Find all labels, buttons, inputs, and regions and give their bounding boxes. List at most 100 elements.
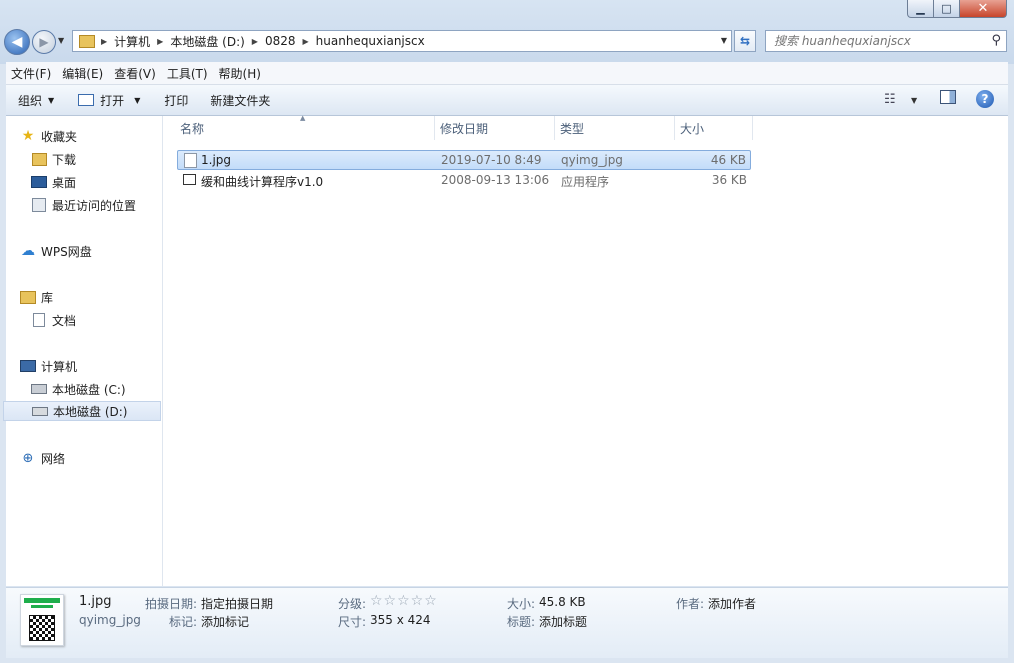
file-row-program[interactable]: 缓和曲线计算程序v1.0 2008-09-13 13:06 应用程序 36 KB	[177, 171, 751, 191]
maximize-button[interactable]: □	[933, 0, 960, 18]
cloud-icon: ☁	[21, 243, 35, 259]
file-modified: 2008-09-13 13:06	[441, 173, 550, 187]
library-icon	[20, 290, 36, 304]
navigation-pane: ★ 收藏夹 下载 桌面 最近访问的位置 ☁ WPS网盘 库 文档 计算机 本地磁…	[3, 116, 163, 586]
dimensions-value: 355 x 424	[370, 613, 431, 627]
history-dropdown[interactable]: ▼	[58, 36, 68, 46]
author-value[interactable]: 添加作者	[708, 595, 756, 612]
breadcrumb-computer[interactable]: 计算机	[109, 33, 155, 50]
column-header-modified[interactable]: 修改日期	[435, 116, 555, 140]
network-icon: ⊕	[22, 450, 34, 466]
chevron-right-icon[interactable]: ▶	[301, 37, 311, 46]
refresh-icon: ⇆	[739, 34, 751, 48]
image-file-icon	[184, 153, 197, 168]
nav-label: WPS网盘	[41, 244, 92, 259]
nav-recent-places[interactable]: 最近访问的位置	[31, 195, 185, 215]
close-button[interactable]: ✕	[959, 0, 1007, 18]
view-dropdown[interactable]: ▼	[911, 96, 917, 105]
nav-wps-drive[interactable]: ☁ WPS网盘	[20, 241, 174, 261]
new-folder-label: 新建文件夹	[210, 93, 271, 108]
detail-filename: 1.jpg	[79, 594, 112, 609]
chevron-right-icon[interactable]: ▶	[250, 37, 260, 46]
rating-label: 分级:	[338, 597, 367, 611]
nav-drive-d[interactable]: 本地磁盘 (D:)	[3, 401, 161, 421]
new-folder-button[interactable]: 新建文件夹	[202, 88, 278, 112]
window-icon	[78, 94, 95, 106]
rating-stars[interactable]: ☆☆☆☆☆	[370, 593, 438, 609]
menu-help[interactable]: 帮助(H)	[214, 65, 266, 82]
nav-favorites[interactable]: ★ 收藏夹	[20, 126, 174, 146]
file-name: 1.jpg	[201, 153, 232, 167]
chevron-right-icon[interactable]: ▶	[155, 37, 165, 46]
thumbnail-banner	[24, 598, 60, 603]
column-label: 类型	[560, 121, 585, 136]
help-icon[interactable]: ?	[976, 90, 994, 108]
chevron-down-icon: ▼	[134, 95, 141, 105]
file-type: qyimg_jpg	[561, 153, 623, 167]
document-icon	[31, 313, 47, 327]
file-thumbnail	[20, 594, 64, 646]
search-input[interactable]	[766, 31, 984, 51]
minimize-button[interactable]: ▁	[907, 0, 934, 18]
chevron-right-icon[interactable]: ▶	[99, 37, 109, 46]
nav-label: 计算机	[41, 359, 78, 374]
breadcrumb-0828[interactable]: 0828	[260, 34, 301, 48]
search-icon[interactable]: ⚲	[991, 33, 1001, 48]
chevron-down-icon: ▼	[48, 95, 55, 105]
dimensions-label: 尺寸:	[338, 615, 367, 629]
breadcrumb-drive-d[interactable]: 本地磁盘 (D:)	[165, 33, 249, 50]
file-row-1jpg[interactable]: 1.jpg 2019-07-10 8:49 qyimg_jpg 46 KB	[177, 150, 751, 170]
nav-desktop[interactable]: 桌面	[31, 172, 185, 192]
file-size: 36 KB	[711, 173, 747, 187]
menu-view[interactable]: 查看(V)	[109, 65, 161, 82]
application-icon	[183, 174, 196, 185]
nav-drive-c[interactable]: 本地磁盘 (C:)	[31, 379, 185, 399]
print-button[interactable]: 打印	[156, 88, 196, 112]
tags-value[interactable]: 添加标记	[201, 613, 249, 630]
address-bar[interactable]: ▶ 计算机 ▶ 本地磁盘 (D:) ▶ 0828 ▶ huanhequxianj…	[72, 30, 732, 52]
computer-icon	[20, 359, 36, 373]
star-icon: ★	[21, 128, 35, 144]
nav-label: 网络	[41, 451, 66, 466]
organize-button[interactable]: 组织 ▼	[6, 88, 62, 112]
nav-documents[interactable]: 文档	[31, 310, 185, 330]
forward-button[interactable]: ▶	[32, 30, 56, 54]
sort-ascending-icon: ▲	[300, 114, 306, 122]
file-name: 缓和曲线计算程序v1.0	[201, 175, 324, 189]
search-box[interactable]: ⚲	[765, 30, 1007, 52]
nav-libraries[interactable]: 库	[20, 287, 174, 307]
nav-label: 本地磁盘 (C:)	[52, 382, 126, 397]
open-button[interactable]: 打开 ▼	[70, 88, 148, 112]
nav-network[interactable]: ⊕ 网络	[20, 448, 174, 468]
nav-label: 最近访问的位置	[52, 198, 137, 213]
view-options-icon[interactable]: ☷	[884, 92, 896, 107]
file-modified: 2019-07-10 8:49	[441, 153, 542, 167]
file-size: 46 KB	[710, 153, 746, 167]
back-button[interactable]: ◀	[4, 29, 30, 55]
menu-bar: 文件(F) 编辑(E) 查看(V) 工具(T) 帮助(H)	[6, 62, 1008, 85]
folder-icon	[79, 34, 95, 48]
menu-edit[interactable]: 编辑(E)	[57, 65, 108, 82]
refresh-button[interactable]: ⇆	[734, 30, 756, 52]
column-label: 名称	[180, 121, 205, 136]
address-dropdown[interactable]: ▼	[721, 36, 727, 45]
menu-file[interactable]: 文件(F)	[6, 65, 56, 82]
breadcrumb-current-folder[interactable]: huanhequxianjscx	[311, 34, 430, 48]
nav-label: 本地磁盘 (D:)	[53, 404, 128, 419]
date-taken-value[interactable]: 指定拍摄日期	[201, 595, 273, 612]
nav-label: 文档	[52, 313, 77, 328]
title-value[interactable]: 添加标题	[539, 613, 587, 630]
menu-tools[interactable]: 工具(T)	[162, 65, 213, 82]
tags-label: 标记:	[169, 615, 198, 629]
column-header-type[interactable]: 类型	[555, 116, 675, 140]
arrow-right-icon: ▶	[39, 35, 49, 49]
details-pane: 1.jpg qyimg_jpg 拍摄日期: 指定拍摄日期 标记: 添加标记 分级…	[6, 587, 1008, 658]
preview-pane-icon[interactable]	[940, 90, 956, 104]
nav-label: 下载	[52, 152, 77, 167]
desktop-icon	[31, 175, 47, 189]
nav-label: 库	[41, 290, 54, 305]
nav-downloads[interactable]: 下载	[31, 149, 185, 169]
file-list-pane: 名称 ▲ 修改日期 类型 大小 1.jpg 2019-07-10 8:49 qy…	[163, 114, 1008, 586]
column-header-size[interactable]: 大小	[675, 116, 753, 140]
nav-computer[interactable]: 计算机	[20, 356, 174, 376]
